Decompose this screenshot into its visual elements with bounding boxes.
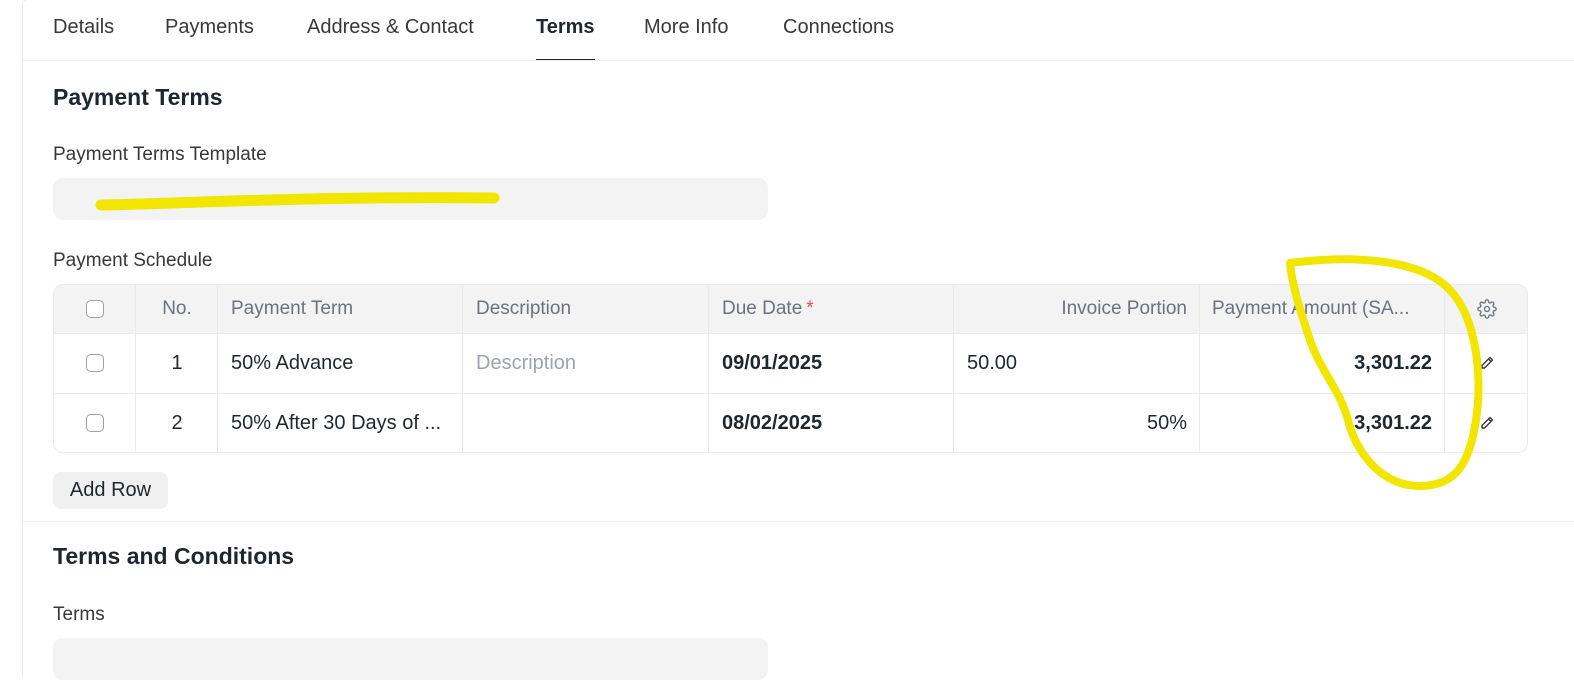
tab-connections[interactable]: Connections [783,16,894,60]
select-all-checkbox[interactable] [86,300,104,318]
tab-payments[interactable]: Payments [165,16,254,60]
tab-details[interactable]: Details [53,16,114,60]
due-date-field[interactable]: 08/02/2025 [709,393,954,452]
table-header: No. Payment Term Description Due Date * I… [54,285,1527,334]
payment-schedule-label: Payment Schedule [53,250,213,271]
col-header-payment-amount: Payment Amount (SA... [1212,298,1410,319]
row-select-cell [54,333,136,393]
col-header-no: No. [162,298,192,319]
due-date-header-text: Due Date [722,298,803,319]
col-header-invoice-portion: Invoice Portion [1061,298,1187,319]
gear-icon[interactable] [1477,299,1497,319]
table-row[interactable]: 1 50% Advance Description 09/01/2025 50.… [54,333,1527,394]
section-title-terms-and-conditions: Terms and Conditions [53,543,295,569]
row-checkbox[interactable] [86,354,104,372]
payment-term-field[interactable]: 50% After 30 Days of ... [218,393,463,452]
required-asterisk: * [806,298,814,319]
tab-more-info[interactable]: More Info [644,16,728,60]
section-title-payment-terms: Payment Terms [53,84,223,110]
row-no: 2 [171,411,183,434]
payment-amount-field[interactable]: 3,301.22 [1200,333,1445,393]
col-header-description: Description [476,298,572,319]
row-checkbox[interactable] [86,414,104,432]
invoice-portion-field[interactable]: 50% [954,393,1200,452]
col-header-due-date: Due Date * [709,285,954,333]
tab-address-contact[interactable]: Address & Contact [307,16,474,60]
col-header-payment-term: Payment Term [231,298,354,319]
add-row-button[interactable]: Add Row [53,472,168,509]
terms-field[interactable] [53,638,768,680]
terms-label: Terms [53,604,105,625]
due-date-field[interactable]: 09/01/2025 [709,333,954,393]
payment-amount-field[interactable]: 3,301.22 [1200,393,1445,452]
table-row[interactable]: 2 50% After 30 Days of ... 08/02/2025 50… [54,393,1527,452]
payment-term-field[interactable]: 50% Advance [218,333,463,393]
section-divider [22,521,1574,522]
description-field[interactable]: Description [463,333,709,393]
pencil-icon[interactable] [1479,415,1495,431]
payment-terms-template-label: Payment Terms Template [53,144,267,165]
invoice-portion-field[interactable]: 50.00 [954,333,1200,393]
payment-schedule-table: No. Payment Term Description Due Date * I… [53,284,1528,453]
payment-terms-template-field[interactable] [53,178,768,220]
edit-row-button[interactable] [1445,333,1527,393]
tab-terms[interactable]: Terms [536,16,595,60]
pencil-icon[interactable] [1479,355,1495,371]
edit-row-button[interactable] [1445,393,1527,452]
tab-bar: Details Payments Address & Contact Terms… [22,0,1574,61]
select-all-cell [54,285,136,333]
row-no: 1 [171,351,183,374]
description-field[interactable] [463,393,709,452]
row-select-cell [54,393,136,452]
column-settings-button[interactable] [1445,285,1527,333]
